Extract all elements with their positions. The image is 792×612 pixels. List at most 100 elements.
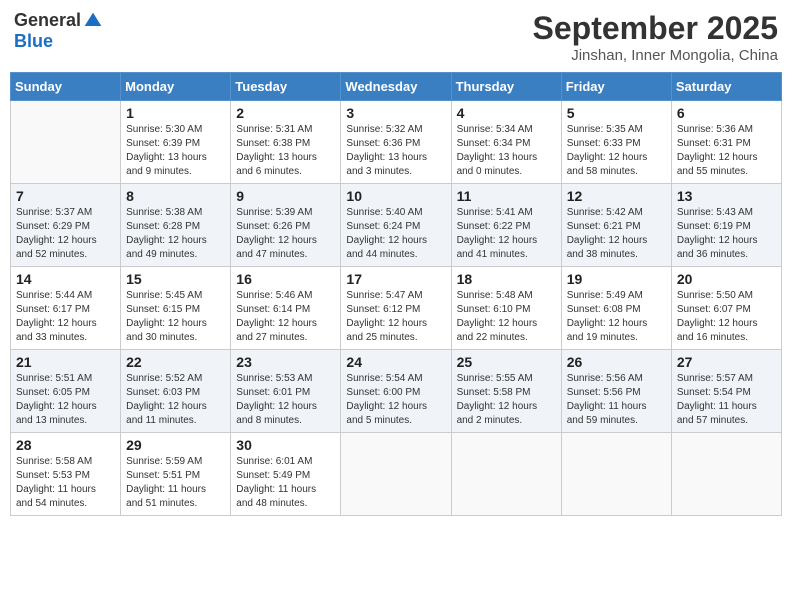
- page-header: General Blue September 2025 Jinshan, Inn…: [10, 10, 782, 64]
- day-number: 24: [346, 354, 445, 370]
- calendar-cell: 14 Sunrise: 5:44 AM Sunset: 6:17 PM Dayli…: [11, 267, 121, 350]
- calendar-cell: 23 Sunrise: 5:53 AM Sunset: 6:01 PM Dayli…: [231, 350, 341, 433]
- calendar-week-row: 28 Sunrise: 5:58 AM Sunset: 5:53 PM Dayli…: [11, 433, 782, 516]
- day-number: 28: [16, 437, 115, 453]
- logo-icon: [83, 11, 103, 31]
- calendar-cell: [341, 433, 451, 516]
- day-number: 16: [236, 271, 335, 287]
- day-number: 14: [16, 271, 115, 287]
- calendar-cell: 2Sunrise: 5:31 AM Sunset: 6:38 PM Daylig…: [231, 101, 341, 184]
- day-info: Sunrise: 5:58 AM Sunset: 5:53 PM Dayligh…: [16, 455, 115, 511]
- calendar-cell: 6 Sunrise: 5:36 AM Sunset: 6:31 PM Daylig…: [671, 101, 781, 184]
- location-subtitle: Jinshan, Inner Mongolia, China: [533, 47, 778, 64]
- day-info: Sunrise: 5:55 AM Sunset: 5:58 PM Dayligh…: [457, 372, 556, 428]
- calendar-cell: 4 Sunrise: 5:34 AM Sunset: 6:34 PM Daylig…: [451, 101, 561, 184]
- calendar-cell: 20 Sunrise: 5:50 AM Sunset: 6:07 PM Dayli…: [671, 267, 781, 350]
- calendar-cell: 12 Sunrise: 5:42 AM Sunset: 6:21 PM Dayli…: [561, 184, 671, 267]
- calendar-cell: 16 Sunrise: 5:46 AM Sunset: 6:14 PM Dayli…: [231, 267, 341, 350]
- day-number: 12: [567, 188, 666, 204]
- day-info: Sunrise: 5:40 AM Sunset: 6:24 PM Dayligh…: [346, 206, 445, 262]
- day-info: Sunrise: 5:37 AM Sunset: 6:29 PM Dayligh…: [16, 206, 115, 262]
- calendar-cell: 26Sunrise: 5:56 AM Sunset: 5:56 PM Dayli…: [561, 350, 671, 433]
- day-number: 22: [126, 354, 225, 370]
- calendar-cell: 25 Sunrise: 5:55 AM Sunset: 5:58 PM Dayli…: [451, 350, 561, 433]
- calendar-cell: 9 Sunrise: 5:39 AM Sunset: 6:26 PM Daylig…: [231, 184, 341, 267]
- weekday-header-thursday: Thursday: [451, 73, 561, 101]
- day-info: Sunrise: 5:47 AM Sunset: 6:12 PM Dayligh…: [346, 289, 445, 345]
- day-number: 26: [567, 354, 666, 370]
- calendar-cell: 29 Sunrise: 5:59 AM Sunset: 5:51 PM Dayli…: [121, 433, 231, 516]
- day-info: Sunrise: 5:31 AM Sunset: 6:38 PM Dayligh…: [236, 123, 335, 179]
- day-number: 20: [677, 271, 776, 287]
- day-info: Sunrise: 5:38 AM Sunset: 6:28 PM Dayligh…: [126, 206, 225, 262]
- day-info: Sunrise: 5:51 AM Sunset: 6:05 PM Dayligh…: [16, 372, 115, 428]
- day-info: Sunrise: 6:01 AM Sunset: 5:49 PM Dayligh…: [236, 455, 335, 511]
- day-info: Sunrise: 5:39 AM Sunset: 6:26 PM Dayligh…: [236, 206, 335, 262]
- calendar-cell: 5 Sunrise: 5:35 AM Sunset: 6:33 PM Daylig…: [561, 101, 671, 184]
- calendar-cell: 18 Sunrise: 5:48 AM Sunset: 6:10 PM Dayli…: [451, 267, 561, 350]
- day-info: Sunrise: 5:42 AM Sunset: 6:21 PM Dayligh…: [567, 206, 666, 262]
- day-number: 29: [126, 437, 225, 453]
- calendar-cell: 24 Sunrise: 5:54 AM Sunset: 6:00 PM Dayli…: [341, 350, 451, 433]
- day-number: 5: [567, 105, 666, 121]
- day-number: 10: [346, 188, 445, 204]
- day-number: 23: [236, 354, 335, 370]
- calendar-cell: 28 Sunrise: 5:58 AM Sunset: 5:53 PM Dayli…: [11, 433, 121, 516]
- weekday-header-tuesday: Tuesday: [231, 73, 341, 101]
- calendar-cell: [451, 433, 561, 516]
- calendar-week-row: 1Sunrise: 5:30 AM Sunset: 6:39 PM Daylig…: [11, 101, 782, 184]
- day-number: 18: [457, 271, 556, 287]
- calendar-cell: [11, 101, 121, 184]
- day-number: 21: [16, 354, 115, 370]
- day-info: Sunrise: 5:53 AM Sunset: 6:01 PM Dayligh…: [236, 372, 335, 428]
- calendar-cell: 10 Sunrise: 5:40 AM Sunset: 6:24 PM Dayli…: [341, 184, 451, 267]
- weekday-header-monday: Monday: [121, 73, 231, 101]
- day-number: 11: [457, 188, 556, 204]
- calendar-week-row: 7 Sunrise: 5:37 AM Sunset: 6:29 PM Daylig…: [11, 184, 782, 267]
- day-number: 27: [677, 354, 776, 370]
- day-info: Sunrise: 5:36 AM Sunset: 6:31 PM Dayligh…: [677, 123, 776, 179]
- calendar-cell: [561, 433, 671, 516]
- calendar-cell: 22 Sunrise: 5:52 AM Sunset: 6:03 PM Dayli…: [121, 350, 231, 433]
- day-number: 19: [567, 271, 666, 287]
- day-info: Sunrise: 5:57 AM Sunset: 5:54 PM Dayligh…: [677, 372, 776, 428]
- calendar-cell: 8Sunrise: 5:38 AM Sunset: 6:28 PM Daylig…: [121, 184, 231, 267]
- calendar-cell: 15 Sunrise: 5:45 AM Sunset: 6:15 PM Dayli…: [121, 267, 231, 350]
- day-number: 25: [457, 354, 556, 370]
- day-info: Sunrise: 5:50 AM Sunset: 6:07 PM Dayligh…: [677, 289, 776, 345]
- day-number: 13: [677, 188, 776, 204]
- calendar-cell: 30 Sunrise: 6:01 AM Sunset: 5:49 PM Dayli…: [231, 433, 341, 516]
- calendar-cell: 11Sunrise: 5:41 AM Sunset: 6:22 PM Dayli…: [451, 184, 561, 267]
- weekday-header-friday: Friday: [561, 73, 671, 101]
- calendar-cell: 7 Sunrise: 5:37 AM Sunset: 6:29 PM Daylig…: [11, 184, 121, 267]
- day-number: 15: [126, 271, 225, 287]
- weekday-header-sunday: Sunday: [11, 73, 121, 101]
- day-number: 17: [346, 271, 445, 287]
- calendar-cell: 19 Sunrise: 5:49 AM Sunset: 6:08 PM Dayli…: [561, 267, 671, 350]
- calendar-table: SundayMondayTuesdayWednesdayThursdayFrid…: [10, 72, 782, 516]
- day-number: 9: [236, 188, 335, 204]
- day-info: Sunrise: 5:35 AM Sunset: 6:33 PM Dayligh…: [567, 123, 666, 179]
- day-info: Sunrise: 5:54 AM Sunset: 6:00 PM Dayligh…: [346, 372, 445, 428]
- day-info: Sunrise: 5:48 AM Sunset: 6:10 PM Dayligh…: [457, 289, 556, 345]
- weekday-header-row: SundayMondayTuesdayWednesdayThursdayFrid…: [11, 73, 782, 101]
- day-info: Sunrise: 5:32 AM Sunset: 6:36 PM Dayligh…: [346, 123, 445, 179]
- day-info: Sunrise: 5:46 AM Sunset: 6:14 PM Dayligh…: [236, 289, 335, 345]
- calendar-cell: 13Sunrise: 5:43 AM Sunset: 6:19 PM Dayli…: [671, 184, 781, 267]
- day-info: Sunrise: 5:52 AM Sunset: 6:03 PM Dayligh…: [126, 372, 225, 428]
- day-number: 6: [677, 105, 776, 121]
- logo-general-text: General: [14, 10, 81, 31]
- logo: General Blue: [14, 10, 103, 52]
- calendar-cell: 1Sunrise: 5:30 AM Sunset: 6:39 PM Daylig…: [121, 101, 231, 184]
- day-number: 4: [457, 105, 556, 121]
- logo-blue-text: Blue: [14, 31, 53, 52]
- day-info: Sunrise: 5:49 AM Sunset: 6:08 PM Dayligh…: [567, 289, 666, 345]
- calendar-cell: 21 Sunrise: 5:51 AM Sunset: 6:05 PM Dayli…: [11, 350, 121, 433]
- day-info: Sunrise: 5:59 AM Sunset: 5:51 PM Dayligh…: [126, 455, 225, 511]
- title-section: September 2025 Jinshan, Inner Mongolia, …: [533, 10, 778, 64]
- day-info: Sunrise: 5:34 AM Sunset: 6:34 PM Dayligh…: [457, 123, 556, 179]
- day-number: 7: [16, 188, 115, 204]
- day-number: 30: [236, 437, 335, 453]
- day-info: Sunrise: 5:44 AM Sunset: 6:17 PM Dayligh…: [16, 289, 115, 345]
- day-info: Sunrise: 5:45 AM Sunset: 6:15 PM Dayligh…: [126, 289, 225, 345]
